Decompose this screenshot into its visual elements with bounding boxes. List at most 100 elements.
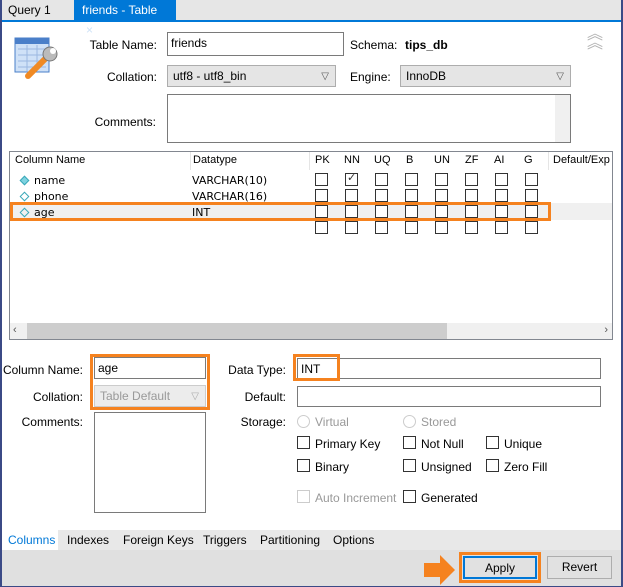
primary-key-checkbox[interactable] — [297, 436, 310, 449]
header-separator — [548, 152, 549, 170]
virtual-radio[interactable] — [297, 415, 310, 428]
default-input[interactable] — [297, 386, 601, 407]
stored-label: Stored — [421, 415, 457, 429]
comments-scrollbar[interactable] — [555, 95, 570, 142]
table-name-label: Table Name: — [89, 38, 157, 52]
flag-nn-checkbox[interactable] — [345, 171, 358, 186]
header-ai[interactable]: AI — [494, 154, 504, 166]
flag-uq-checkbox[interactable] — [375, 221, 388, 234]
scrollbar-thumb[interactable] — [27, 323, 447, 339]
unsigned-label: Unsigned — [421, 460, 472, 474]
unsigned-checkbox[interactable] — [403, 459, 416, 472]
comments-label: Comments: — [94, 115, 156, 129]
table-edit-icon — [14, 37, 58, 79]
binary-label: Binary — [315, 460, 350, 474]
auto-increment-label: Auto Increment — [315, 491, 397, 505]
close-icon[interactable]: × — [86, 23, 93, 37]
scroll-left-icon[interactable]: ‹ — [13, 324, 17, 336]
header-pk[interactable]: PK — [315, 154, 330, 166]
header-default[interactable]: Default/Exp — [553, 154, 610, 166]
collation-label: Collation: — [106, 70, 157, 84]
tab-label: friends - Table — [82, 3, 158, 17]
flag-zf-checkbox[interactable] — [465, 173, 478, 186]
apply-highlight — [459, 552, 541, 583]
flag-pk-checkbox[interactable] — [315, 189, 328, 202]
data-type-highlight — [293, 354, 340, 381]
column-name-label: Column Name: — [2, 363, 83, 377]
tab-foreign-keys[interactable]: Foreign Keys — [123, 531, 194, 550]
flag-pk-checkbox[interactable] — [315, 221, 328, 234]
flag-zf-checkbox[interactable] — [465, 221, 478, 234]
column-name-highlight — [90, 354, 210, 410]
collation-value: utf8 - utf8_bin — [173, 69, 247, 83]
flag-uq-checkbox[interactable] — [375, 189, 388, 202]
not-null-checkbox[interactable] — [403, 436, 416, 449]
flag-nn-checkbox[interactable] — [345, 189, 358, 202]
tab-underline — [0, 20, 623, 22]
generated-checkbox[interactable] — [403, 490, 416, 503]
header-datatype[interactable]: Datatype — [193, 154, 237, 166]
schema-value: tips_db — [405, 38, 448, 52]
flag-zf-checkbox[interactable] — [465, 189, 478, 202]
tab-friends-table[interactable]: friends - Table × — [74, 0, 176, 37]
columns-grid: Column Name Datatype PK NN UQ B UN ZF AI… — [9, 151, 613, 340]
auto-increment-checkbox[interactable] — [297, 490, 310, 503]
row-column-name[interactable]: name — [34, 174, 65, 187]
flag-g-checkbox[interactable] — [525, 189, 538, 202]
table-name-input[interactable]: friends — [167, 32, 344, 56]
tab-partitioning[interactable]: Partitioning — [260, 531, 320, 550]
flag-b-checkbox[interactable] — [405, 173, 418, 186]
flag-un-checkbox[interactable] — [435, 173, 448, 186]
data-type-input[interactable]: INT — [297, 358, 601, 379]
data-type-label: Data Type: — [228, 363, 286, 377]
virtual-label: Virtual — [315, 415, 349, 429]
storage-label: Storage: — [240, 415, 286, 429]
column-comments-textarea[interactable] — [94, 412, 206, 513]
engine-select[interactable]: InnoDB ▽ — [400, 65, 571, 87]
zero-fill-label: Zero Fill — [504, 460, 548, 474]
zero-fill-checkbox[interactable] — [486, 459, 499, 472]
header-un[interactable]: UN — [434, 154, 450, 166]
flag-pk-checkbox[interactable] — [315, 173, 328, 186]
flag-un-checkbox[interactable] — [435, 189, 448, 202]
flag-ai-checkbox[interactable] — [495, 173, 508, 186]
tab-triggers[interactable]: Triggers — [203, 531, 247, 550]
header-separator — [190, 152, 191, 170]
horizontal-scrollbar[interactable]: ‹ › — [10, 323, 612, 339]
flag-nn-checkbox[interactable] — [345, 221, 358, 234]
tab-columns[interactable]: Columns — [8, 531, 55, 550]
default-label: Default: — [244, 390, 286, 404]
collation-select[interactable]: utf8 - utf8_bin ▽ — [167, 65, 336, 87]
not-null-label: Not Null — [421, 437, 464, 451]
flag-un-checkbox[interactable] — [435, 221, 448, 234]
header-b[interactable]: B — [406, 154, 413, 166]
header-g[interactable]: G — [524, 154, 533, 166]
header-zf[interactable]: ZF — [465, 154, 478, 166]
tab-options[interactable]: Options — [333, 531, 374, 550]
tab-query-1[interactable]: Query 1 — [0, 0, 72, 20]
flag-g-checkbox[interactable] — [525, 221, 538, 234]
tab-indexes[interactable]: Indexes — [67, 531, 109, 550]
chevron-down-icon: ▽ — [556, 71, 564, 82]
flag-g-checkbox[interactable] — [525, 173, 538, 186]
row-datatype[interactable]: VARCHAR(10) — [192, 174, 267, 187]
flag-ai-checkbox[interactable] — [495, 189, 508, 202]
revert-button[interactable]: Revert — [547, 556, 612, 579]
engine-value: InnoDB — [406, 69, 447, 83]
header-column-name[interactable]: Column Name — [15, 154, 85, 166]
tab-label: Query 1 — [8, 3, 51, 17]
header-uq[interactable]: UQ — [374, 154, 391, 166]
flag-ai-checkbox[interactable] — [495, 221, 508, 234]
table-comments-textarea[interactable] — [167, 94, 571, 143]
scroll-right-icon[interactable]: › — [604, 324, 608, 336]
column-comments-label: Comments: — [21, 415, 83, 429]
flag-b-checkbox[interactable] — [405, 221, 418, 234]
collapse-chevron-icon[interactable]: ︽ ︽ — [587, 27, 603, 52]
header-nn[interactable]: NN — [344, 154, 360, 166]
unique-checkbox[interactable] — [486, 436, 499, 449]
binary-checkbox[interactable] — [297, 459, 310, 472]
primary-key-label: Primary Key — [315, 437, 381, 451]
flag-uq-checkbox[interactable] — [375, 173, 388, 186]
flag-b-checkbox[interactable] — [405, 189, 418, 202]
stored-radio[interactable] — [403, 415, 416, 428]
